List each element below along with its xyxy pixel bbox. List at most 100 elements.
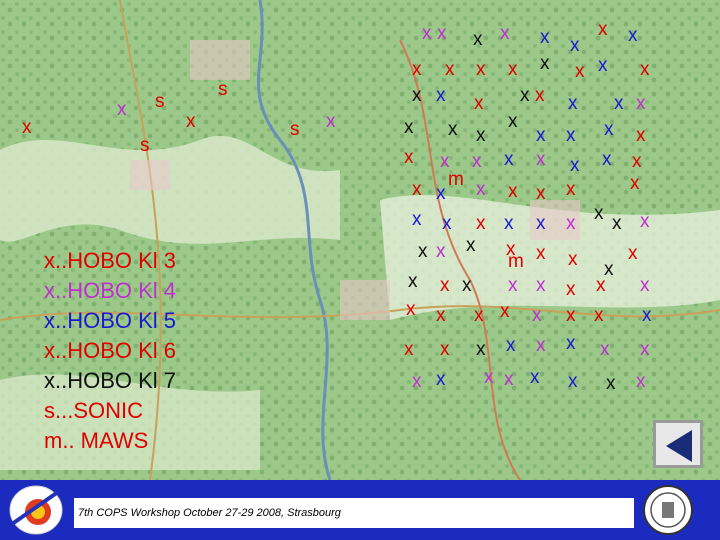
map-marker: m	[448, 169, 464, 190]
map-marker: x	[536, 243, 546, 264]
map-marker: x	[594, 203, 604, 224]
map-marker: x	[606, 373, 616, 394]
map-marker: x	[520, 85, 530, 106]
cops-logo-icon	[9, 485, 63, 535]
legend-hobo-kl6: x..HOBO Kl 6	[44, 338, 177, 363]
map-marker: x	[466, 235, 476, 256]
legend-hobo-kl5: x..HOBO Kl 5	[44, 308, 177, 333]
map-marker: x	[408, 271, 418, 292]
triangle-left-icon	[666, 430, 692, 462]
map-marker: x	[536, 275, 546, 296]
map-marker: x	[568, 249, 578, 270]
map-marker: x	[596, 275, 606, 296]
map-marker: s	[140, 135, 150, 156]
map-marker: x	[628, 243, 638, 264]
map-marker: x	[484, 367, 494, 388]
map-marker: s	[290, 119, 300, 140]
map-marker: x	[536, 125, 546, 146]
university-seal-icon	[643, 485, 693, 535]
map-marker: x	[412, 371, 422, 392]
map-marker: x	[536, 213, 546, 234]
map-marker: x	[500, 301, 510, 322]
map-marker: x	[404, 117, 414, 138]
map-marker: x	[406, 299, 416, 320]
map-marker: x	[508, 181, 518, 202]
map-marker: x	[568, 93, 578, 114]
footer-text: 7th COPS Workshop October 27-29 2008, St…	[74, 498, 634, 528]
legend: x..HOBO Kl 3 x..HOBO Kl 4 x..HOBO Kl 5 x…	[44, 246, 176, 456]
back-button[interactable]	[653, 420, 703, 468]
map-marker: m	[508, 251, 524, 272]
legend-hobo-kl4: x..HOBO Kl 4	[44, 278, 177, 303]
map-marker: x	[418, 241, 428, 262]
map-marker: x	[186, 111, 196, 132]
map-marker: x	[504, 149, 514, 170]
map-marker: x	[570, 35, 580, 56]
map-marker: x	[422, 23, 432, 44]
map-marker: x	[476, 59, 486, 80]
map-marker: x	[448, 119, 458, 140]
map-marker: x	[628, 25, 638, 46]
map-marker: x	[636, 93, 646, 114]
map-marker: x	[612, 213, 622, 234]
map-marker: x	[473, 29, 483, 50]
map-marker: x	[598, 55, 608, 76]
map-marker: s	[218, 79, 228, 100]
map-marker: x	[508, 111, 518, 132]
legend-sonic: s...SONIC	[44, 398, 144, 423]
legend-hobo-kl7: x..HOBO Kl 7	[44, 368, 177, 393]
map-marker: x	[436, 241, 446, 262]
map-marker: x	[117, 99, 127, 120]
map-marker: x	[500, 23, 510, 44]
map-marker: x	[566, 179, 576, 200]
map-marker: x	[22, 117, 32, 138]
map-marker: x	[476, 179, 486, 200]
map-marker: x	[442, 213, 452, 234]
map-marker: x	[472, 151, 482, 172]
map-marker: x	[566, 305, 576, 326]
map-marker: x	[326, 111, 336, 132]
map-marker: x	[532, 305, 542, 326]
map-marker: x	[642, 305, 652, 326]
map-marker: x	[640, 275, 650, 296]
map-marker: s	[155, 91, 165, 112]
map-marker: x	[412, 85, 422, 106]
map-marker: x	[640, 211, 650, 232]
map-marker: x	[568, 371, 578, 392]
map-marker: x	[508, 59, 518, 80]
map-marker: x	[566, 125, 576, 146]
map-marker: x	[476, 125, 486, 146]
map-marker: x	[476, 339, 486, 360]
map-marker: x	[404, 147, 414, 168]
map-marker: x	[437, 23, 447, 44]
footer-bar: 7th COPS Workshop October 27-29 2008, St…	[0, 480, 720, 540]
map-marker: x	[404, 339, 414, 360]
map-marker: x	[630, 173, 640, 194]
map-marker: x	[632, 151, 642, 172]
map-marker: x	[540, 53, 550, 74]
map-marker: x	[530, 367, 540, 388]
map-marker: x	[570, 155, 580, 176]
map-marker: x	[566, 279, 576, 300]
map-marker: x	[614, 93, 624, 114]
map-marker: x	[640, 339, 650, 360]
map-marker: x	[636, 125, 646, 146]
map-marker: x	[474, 93, 484, 114]
map-marker: x	[540, 27, 550, 48]
map-marker: x	[412, 209, 422, 230]
map-marker: x	[440, 275, 450, 296]
map-marker: x	[566, 213, 576, 234]
map-marker: x	[602, 149, 612, 170]
map-marker: x	[636, 371, 646, 392]
map-marker: x	[476, 213, 486, 234]
map-marker: x	[504, 369, 514, 390]
legend-maws: m.. MAWS	[44, 428, 149, 453]
map-marker: x	[640, 59, 650, 80]
map-marker: x	[412, 179, 422, 200]
map-marker: x	[604, 119, 614, 140]
map-marker: x	[508, 275, 518, 296]
map-marker: x	[504, 213, 514, 234]
map-marker: x	[445, 59, 455, 80]
map-marker: x	[462, 275, 472, 296]
map-marker: x	[440, 339, 450, 360]
